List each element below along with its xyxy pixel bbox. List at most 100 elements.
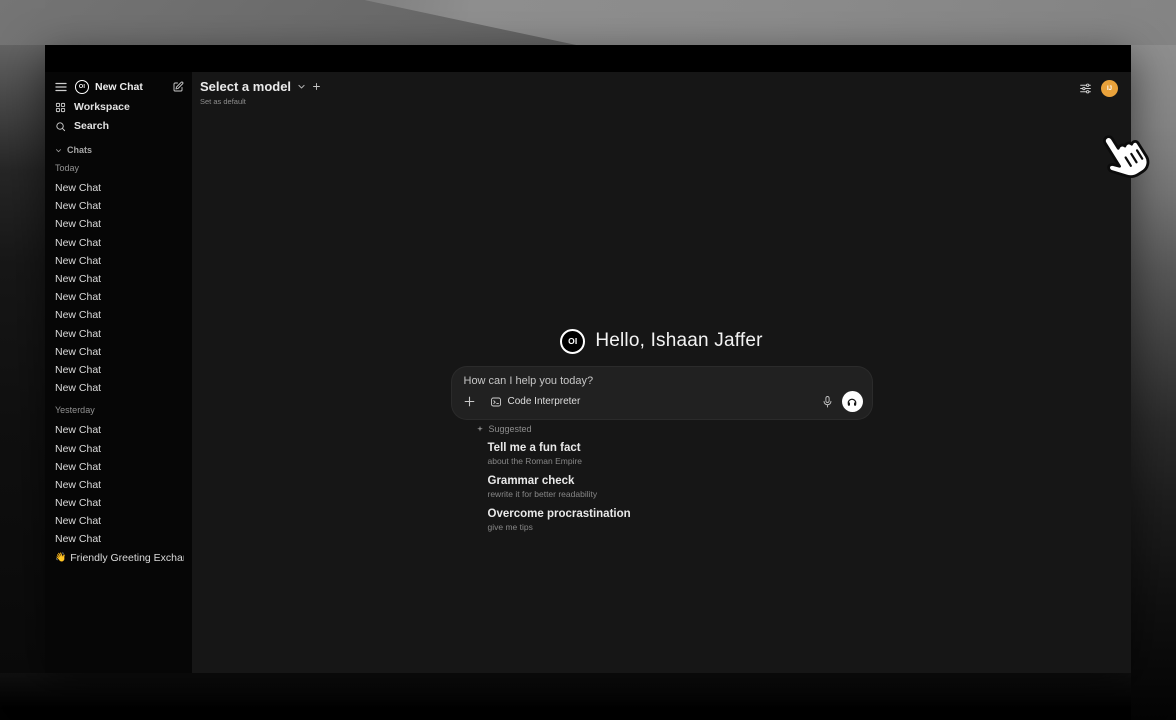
sidebar-item-workspace[interactable]: Workspace (55, 100, 184, 114)
main-content: Select a model Set as default IJ (192, 72, 1131, 673)
chat-list-item[interactable]: New Chat (55, 343, 184, 361)
chat-title: New Chat (55, 255, 101, 267)
sidebar: OI New Chat Workspace Search (45, 72, 192, 673)
desktop-background-left (0, 45, 45, 673)
chat-list-item[interactable]: New Chat (55, 325, 184, 343)
chat-title: New Chat (55, 273, 101, 285)
code-interpreter-toggle[interactable]: Code Interpreter (490, 396, 581, 408)
chat-list-item[interactable]: New Chat (55, 458, 184, 476)
chats-section-label: Chats (67, 145, 92, 155)
suggested-prompt-title: Grammar check (488, 475, 872, 488)
chat-list-item[interactable]: New Chat (55, 179, 184, 197)
chat-list-item[interactable]: New Chat (55, 421, 184, 439)
app-window: OI New Chat Workspace Search (45, 45, 1131, 673)
chat-list-item[interactable]: New Chat (55, 197, 184, 215)
suggested-prompt[interactable]: Grammar check rewrite it for better read… (488, 475, 872, 500)
chat-list-item[interactable]: New Chat (55, 379, 184, 397)
app-logo: OI (75, 80, 89, 94)
chat-list-item[interactable]: New Chat (55, 270, 184, 288)
chat-title: New Chat (55, 218, 101, 230)
suggested-list: Tell me a fun fact about the Roman Empir… (476, 442, 872, 533)
topbar: Select a model Set as default IJ (192, 72, 1131, 106)
add-model-icon[interactable] (312, 82, 321, 91)
chat-title: New Chat (55, 443, 101, 455)
app-logo: OI (560, 329, 585, 354)
user-avatar[interactable]: IJ (1101, 80, 1118, 97)
chat-list-item[interactable]: New Chat (55, 361, 184, 379)
suggested-label: Suggested (489, 424, 532, 434)
chat-group-today: Today New Chat New Chat (55, 163, 184, 397)
suggested-prompt-title: Tell me a fun fact (488, 442, 872, 455)
chat-list-item[interactable]: New Chat (55, 530, 184, 548)
workspace-grid-icon (55, 102, 66, 113)
chat-title: New Chat (55, 328, 101, 340)
suggested-prompt-subtitle: give me tips (488, 522, 872, 533)
chat-title: New Chat (55, 461, 101, 473)
suggested-prompt-title: Overcome procrastination (488, 508, 872, 521)
desktop-background-top (0, 0, 1176, 45)
headphones-icon (846, 396, 858, 408)
chat-group-label: Yesterday (55, 405, 184, 415)
suggested-prompt[interactable]: Overcome procrastination give me tips (488, 508, 872, 533)
chat-title: New Chat (55, 533, 101, 545)
greeting-title: Hello, Ishaan Jaffer (595, 330, 762, 352)
waving-hand-emoji: 👋 (55, 552, 66, 563)
chat-title: New Chat (55, 382, 101, 394)
chat-title: New Chat (55, 479, 101, 491)
chat-list-item[interactable]: New Chat (55, 494, 184, 512)
attach-plus-icon[interactable] (463, 395, 476, 408)
sidebar-title: New Chat (95, 81, 172, 93)
chat-title: New Chat (55, 424, 101, 436)
welcome-hero: OI Hello, Ishaan Jaffer Code Inter (452, 328, 872, 541)
chat-title: New Chat (55, 237, 101, 249)
suggested-prompt-subtitle: about the Roman Empire (488, 456, 872, 467)
new-chat-icon[interactable] (172, 81, 184, 93)
message-composer[interactable]: Code Interpreter (452, 367, 872, 419)
suggested-prompt[interactable]: Tell me a fun fact about the Roman Empir… (488, 442, 872, 467)
voice-call-button[interactable] (842, 391, 863, 412)
message-input[interactable] (464, 375, 860, 387)
sidebar-toggle-icon[interactable] (55, 82, 67, 92)
chat-list-item[interactable]: 👋 Friendly Greeting Exchange (55, 549, 184, 567)
chat-list-item[interactable]: New Chat (55, 252, 184, 270)
chat-title: New Chat (55, 200, 101, 212)
set-as-default-button[interactable]: Set as default (200, 97, 321, 106)
desktop-background-right (1131, 45, 1176, 720)
search-icon (55, 121, 66, 132)
controls-sliders-icon[interactable] (1079, 82, 1092, 95)
suggested-prompt-subtitle: rewrite it for better readability (488, 489, 872, 500)
sparkle-icon (476, 425, 484, 433)
suggested-section: Suggested Tell me a fun fact about the R… (452, 424, 872, 533)
search-label: Search (74, 120, 109, 132)
code-interpreter-label: Code Interpreter (508, 396, 581, 407)
microphone-icon[interactable] (822, 395, 833, 409)
model-selector[interactable]: Select a model (200, 79, 321, 94)
chat-list-item[interactable]: New Chat (55, 234, 184, 252)
chat-title: New Chat (55, 309, 101, 321)
chevron-down-icon (297, 82, 306, 91)
chat-title: Friendly Greeting Exchange (70, 552, 184, 564)
chats-section-toggle[interactable]: Chats (55, 145, 184, 155)
chat-group-label: Today (55, 163, 184, 173)
desktop-background-bottom (0, 673, 1131, 720)
chat-list-today: New Chat New Chat New Chat (55, 179, 184, 397)
chat-group-yesterday: Yesterday New Chat New Chat (55, 405, 184, 567)
chat-list-item[interactable]: New Chat (55, 439, 184, 457)
chat-list-item[interactable]: New Chat (55, 215, 184, 233)
chat-title: New Chat (55, 515, 101, 527)
model-selector-label: Select a model (200, 79, 291, 94)
sidebar-item-search[interactable]: Search (55, 119, 184, 133)
chat-list-item[interactable]: New Chat (55, 476, 184, 494)
terminal-icon (490, 396, 502, 408)
chat-title: New Chat (55, 364, 101, 376)
chat-title: New Chat (55, 291, 101, 303)
chat-list-item[interactable]: New Chat (55, 288, 184, 306)
chat-list-item[interactable]: New Chat (55, 512, 184, 530)
window-top-bar (45, 45, 1131, 72)
chevron-down-icon (55, 147, 62, 154)
chat-list-item[interactable]: New Chat (55, 306, 184, 324)
workspace-label: Workspace (74, 101, 130, 113)
chat-title: New Chat (55, 497, 101, 509)
chat-title: New Chat (55, 182, 101, 194)
chat-list-yesterday: New Chat New Chat New Chat (55, 421, 184, 567)
